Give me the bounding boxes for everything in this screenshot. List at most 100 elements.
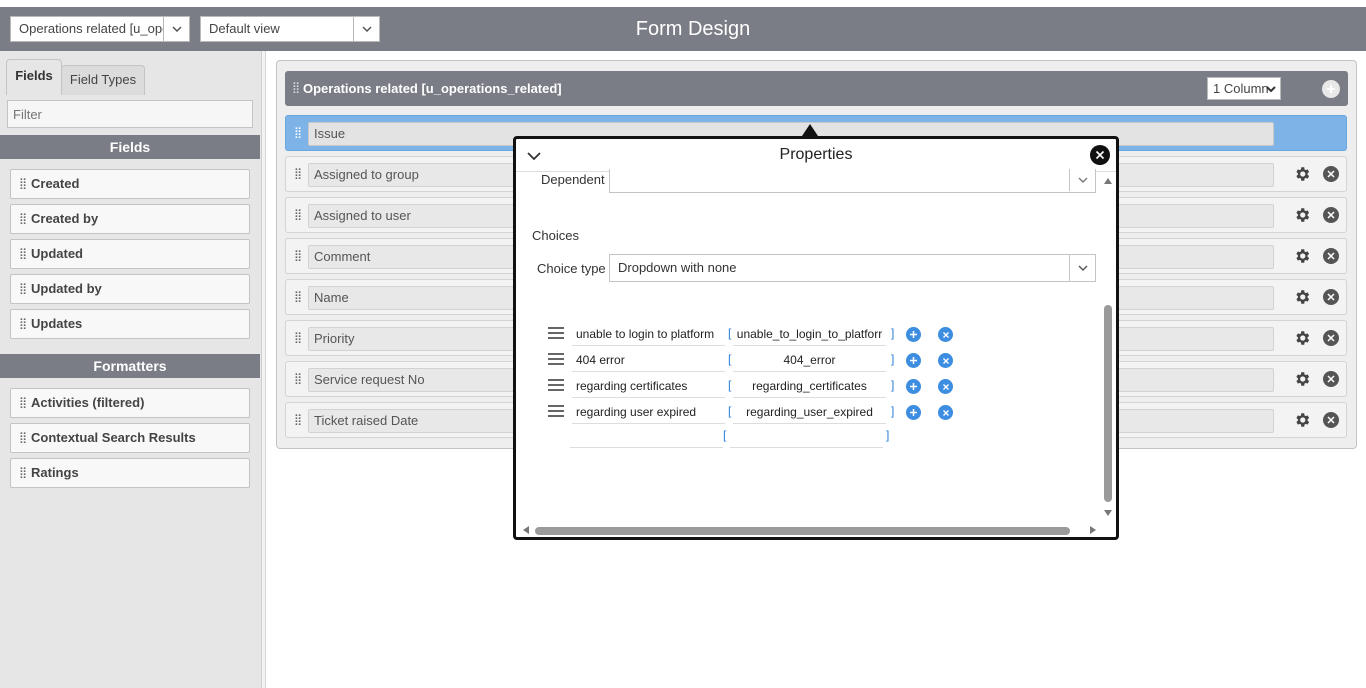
drag-handle-icon: ⣿ bbox=[19, 318, 28, 330]
drag-menu-icon[interactable] bbox=[548, 327, 564, 339]
dependent-select[interactable] bbox=[609, 169, 1096, 193]
remove-field-icon[interactable] bbox=[1323, 371, 1339, 387]
choice-value-input[interactable]: 404_error bbox=[733, 350, 886, 372]
choice-type-label: Choice type bbox=[537, 261, 606, 276]
column-layout-select[interactable]: 1 Column bbox=[1207, 77, 1281, 100]
choice-type-value: Dropdown with none bbox=[618, 260, 737, 275]
remove-field-icon[interactable] bbox=[1323, 207, 1339, 223]
left-panel: Field Types Fields Fields ⣿Created ⣿Crea… bbox=[0, 51, 262, 688]
drag-handle-icon: ⣿ bbox=[19, 467, 28, 479]
gear-icon[interactable] bbox=[1293, 288, 1311, 306]
scroll-down-arrow-icon[interactable] bbox=[1103, 509, 1113, 517]
add-choice-icon[interactable] bbox=[906, 327, 921, 342]
remove-field-icon[interactable] bbox=[1323, 166, 1339, 182]
remove-choice-icon[interactable] bbox=[938, 379, 953, 394]
choice-row: unable to login to platform [ unable_to_… bbox=[546, 324, 966, 346]
drag-menu-icon[interactable] bbox=[548, 405, 564, 417]
choice-row: regarding user expired [ regarding_user_… bbox=[546, 402, 966, 424]
formatter-item-label: Contextual Search Results bbox=[31, 430, 196, 445]
drag-handle-icon: ⣿ bbox=[19, 213, 28, 225]
tab-field-types[interactable]: Field Types bbox=[61, 65, 145, 95]
add-choice-icon[interactable] bbox=[906, 405, 921, 420]
gear-icon[interactable] bbox=[1293, 206, 1311, 224]
remove-field-icon[interactable] bbox=[1323, 412, 1339, 428]
field-item-updated[interactable]: ⣿ Updated bbox=[10, 239, 250, 269]
gear-icon[interactable] bbox=[1293, 411, 1311, 429]
drag-handle-icon: ⣿ bbox=[294, 250, 303, 262]
add-choice-icon[interactable] bbox=[906, 379, 921, 394]
properties-popup: Properties Dependent Choices Choice type… bbox=[513, 136, 1119, 540]
new-choice-label-input[interactable] bbox=[570, 426, 723, 448]
field-item-created-by[interactable]: ⣿ Created by bbox=[10, 204, 250, 234]
add-section-icon[interactable] bbox=[1322, 80, 1340, 98]
vertical-scroll-thumb[interactable] bbox=[1104, 305, 1112, 502]
drag-handle-icon: ⣿ bbox=[19, 397, 28, 409]
gear-icon[interactable] bbox=[1293, 247, 1311, 265]
drag-menu-icon[interactable] bbox=[548, 379, 564, 391]
add-choice-icon[interactable] bbox=[906, 353, 921, 368]
choices-heading: Choices bbox=[532, 228, 579, 243]
remove-field-icon[interactable] bbox=[1323, 289, 1339, 305]
bracket-open: [ bbox=[728, 404, 732, 418]
scroll-right-arrow-icon[interactable] bbox=[1089, 525, 1097, 535]
formatter-item-activities[interactable]: ⣿ Activities (filtered) bbox=[10, 388, 250, 418]
header-bar: Operations related [u_oper Default view … bbox=[0, 7, 1366, 51]
drag-handle-icon: ⣿ bbox=[19, 248, 28, 260]
drag-handle-icon: ⣿ bbox=[294, 414, 303, 426]
bracket-open: [ bbox=[728, 352, 732, 366]
field-item-created[interactable]: ⣿ Created bbox=[10, 169, 250, 199]
formatter-item-ratings[interactable]: ⣿ Ratings bbox=[10, 458, 250, 488]
chevron-down-icon bbox=[1069, 255, 1095, 281]
drag-handle-icon: ⣿ bbox=[294, 291, 303, 303]
bracket-open: [ bbox=[723, 428, 727, 442]
fields-section-header: Fields bbox=[0, 135, 260, 159]
column-layout-value: 1 Column bbox=[1213, 81, 1269, 96]
choice-value-input[interactable]: regarding_certificates bbox=[733, 376, 886, 398]
drag-handle-icon: ⣿ bbox=[294, 168, 303, 180]
drag-handle-icon: ⣿ bbox=[19, 178, 28, 190]
properties-header: Properties bbox=[516, 139, 1116, 172]
remove-choice-icon[interactable] bbox=[938, 405, 953, 420]
choice-label-input[interactable]: regarding certificates bbox=[572, 376, 725, 398]
choice-type-select[interactable]: Dropdown with none bbox=[609, 254, 1096, 282]
drag-handle-icon: ⣿ bbox=[294, 209, 303, 221]
popup-pointer bbox=[802, 124, 818, 136]
drag-handle-icon: ⣿ bbox=[294, 127, 303, 139]
choice-label-input[interactable]: regarding user expired bbox=[572, 402, 725, 424]
drag-handle-icon: ⣿ bbox=[294, 373, 303, 385]
chevron-down-icon bbox=[1069, 169, 1095, 191]
gear-icon[interactable] bbox=[1293, 370, 1311, 388]
filter-input[interactable] bbox=[7, 100, 253, 128]
panel-splitter[interactable] bbox=[262, 51, 266, 688]
formatters-section-header: Formatters bbox=[0, 354, 260, 378]
field-item-label: Updated by bbox=[31, 281, 102, 296]
new-choice-value-input[interactable] bbox=[730, 426, 883, 448]
close-icon[interactable] bbox=[1090, 145, 1110, 165]
choice-label-input[interactable]: unable to login to platform bbox=[572, 324, 725, 346]
field-item-updates[interactable]: ⣿ Updates bbox=[10, 309, 250, 339]
bracket-open: [ bbox=[728, 378, 732, 392]
remove-field-icon[interactable] bbox=[1323, 248, 1339, 264]
scroll-up-arrow-icon[interactable] bbox=[1103, 177, 1113, 185]
field-item-updated-by[interactable]: ⣿ Updated by bbox=[10, 274, 250, 304]
formatter-item-contextual-search[interactable]: ⣿ Contextual Search Results bbox=[10, 423, 250, 453]
section-header[interactable]: ⣿ Operations related [u_operations_relat… bbox=[285, 71, 1348, 106]
gear-icon[interactable] bbox=[1293, 329, 1311, 347]
remove-field-icon[interactable] bbox=[1323, 330, 1339, 346]
remove-choice-icon[interactable] bbox=[938, 327, 953, 342]
choice-value-input[interactable]: regarding_user_expired bbox=[733, 402, 886, 424]
vertical-scrollbar[interactable] bbox=[1103, 177, 1113, 517]
scroll-left-arrow-icon[interactable] bbox=[522, 525, 530, 535]
tab-fields[interactable]: Fields bbox=[6, 59, 62, 95]
gear-icon[interactable] bbox=[1293, 165, 1311, 183]
choice-row: 404 error [ 404_error ] bbox=[546, 350, 966, 372]
drag-menu-icon[interactable] bbox=[548, 353, 564, 365]
choice-label-input[interactable]: 404 error bbox=[572, 350, 725, 372]
horizontal-scroll-thumb[interactable] bbox=[535, 527, 1070, 535]
choice-value-input[interactable]: unable_to_login_to_platforr bbox=[733, 324, 886, 346]
choice-row: regarding certificates [ regarding_certi… bbox=[546, 376, 966, 398]
remove-choice-icon[interactable] bbox=[938, 353, 953, 368]
field-item-label: Updated bbox=[31, 246, 83, 261]
bracket-close: ] bbox=[891, 326, 895, 340]
section-title: Operations related [u_operations_related… bbox=[303, 81, 562, 96]
